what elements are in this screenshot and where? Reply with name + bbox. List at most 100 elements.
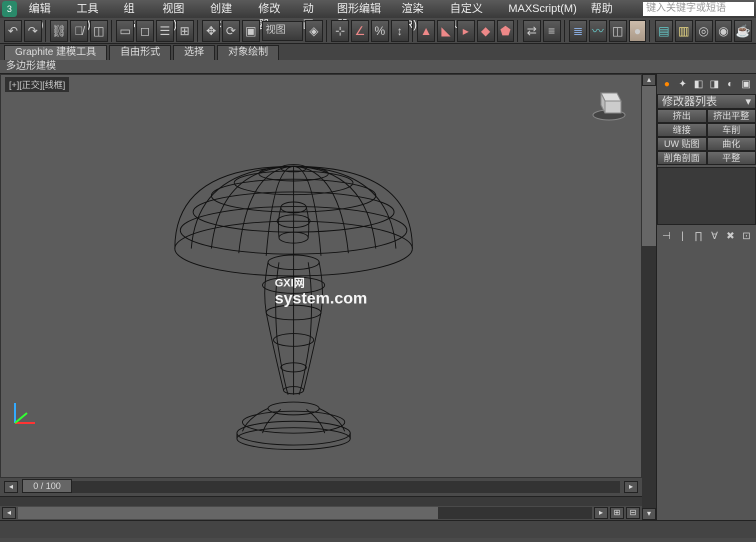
hscroll-right-button[interactable]: ▸ (594, 507, 608, 519)
named-sel-button[interactable]: ▲ (417, 20, 435, 42)
named-sel-4-button[interactable]: ◆ (477, 20, 495, 42)
select-region-button[interactable]: ◻ (136, 20, 154, 42)
ribbon-tab-select[interactable]: 选择 (173, 45, 215, 60)
modifier-list-label: 修改器列表 (662, 95, 717, 109)
hscroll-thumb[interactable] (18, 507, 438, 519)
command-panel-tabs: ● ✦ ◧ ◨ ◐ ▣ (657, 74, 756, 94)
ribbon-tab-freeform[interactable]: 自由形式 (109, 45, 171, 60)
ribbon-tab-graphite[interactable]: Graphite 建模工具 (4, 45, 107, 60)
material-button[interactable]: ● (629, 20, 647, 42)
stack-pin-icon[interactable]: ⊣ (660, 230, 673, 243)
timeline-prev-button[interactable]: ◂ (4, 481, 18, 493)
time-handle[interactable]: 0 / 100 (22, 479, 72, 493)
menu-animation[interactable]: 动画 (297, 1, 329, 17)
menu-modifiers[interactable]: 修改器 (252, 1, 294, 17)
mod-extrude-button[interactable]: 挤出 (657, 109, 707, 123)
snap-button[interactable]: ⊹ (331, 20, 349, 42)
render-last-button[interactable]: ◉ (715, 20, 733, 42)
mod-lathe-button[interactable]: 车削 (707, 123, 756, 137)
search-input[interactable]: 键入关键字或短语 (643, 2, 754, 16)
menu-graph[interactable]: 图形编辑器 (331, 1, 394, 17)
axis-gizmo-icon (9, 399, 39, 429)
layer-button[interactable]: ≣ (569, 20, 587, 42)
stack-toolbar: ⊣ | ∏ ∀ ✖ ⊡ (657, 227, 756, 246)
ribbon-tab-paint[interactable]: 对象绘制 (217, 45, 279, 60)
named-sel-3-button[interactable]: ▸ (457, 20, 475, 42)
move-button[interactable]: ✥ (202, 20, 220, 42)
vscroll-down-button[interactable]: ▾ (642, 508, 656, 520)
mod-extrude-flat-button[interactable]: 挤出平整 (707, 109, 756, 123)
bottom-scrollbar: ◂ ▸ ⊞ ⊟ (0, 506, 642, 520)
named-sel-5-button[interactable]: ⬟ (497, 20, 515, 42)
cmd-tab-display-icon[interactable]: ▣ (739, 77, 753, 91)
link-button[interactable]: ⛓ (50, 20, 68, 42)
scale-button[interactable]: ▣ (242, 20, 260, 42)
undo-button[interactable]: ↶ (4, 20, 22, 42)
vscroll-up-button[interactable]: ▴ (642, 74, 656, 86)
rotate-button[interactable]: ⟳ (222, 20, 240, 42)
main-toolbar: ↶ ↷ ⛓ ⛓̸ ◫ ▭ ◻ ☰ ⊞ ✥ ⟳ ▣ 视图 ◈ ⊹ ∠ % ↕ ▲ … (0, 18, 756, 44)
select-window-button[interactable]: ⊞ (176, 20, 194, 42)
menu-edit[interactable]: 编辑(E) (23, 1, 69, 17)
menubar: 3 编辑(E) 工具(T) 组(G) 视图(V) 创建(C) 修改器 动画 图形… (0, 0, 756, 18)
vscroll-track[interactable] (642, 86, 656, 508)
cmd-tab-hierarchy-icon[interactable]: ◨ (707, 77, 721, 91)
mirror-button[interactable]: ⇄ (523, 20, 541, 42)
select-name-button[interactable]: ☰ (156, 20, 174, 42)
menu-maxscript[interactable]: MAXScript(M) (502, 1, 582, 17)
unlink-button[interactable]: ⛓̸ (70, 20, 88, 42)
modifier-list-header[interactable]: 修改器列表 ▾ (657, 94, 756, 109)
modifier-stack[interactable] (657, 167, 756, 225)
render-setup-button[interactable]: ▤ (655, 20, 673, 42)
frame-ruler[interactable] (0, 496, 642, 506)
render-button[interactable]: ◎ (695, 20, 713, 42)
select-button[interactable]: ▭ (116, 20, 134, 42)
menu-view[interactable]: 视图(V) (156, 1, 202, 17)
menu-group[interactable]: 组(G) (118, 1, 155, 17)
hscroll-track[interactable] (18, 507, 592, 519)
menu-help[interactable]: 帮助(H) (585, 1, 631, 17)
mod-stitch-button[interactable]: 缝接 (657, 123, 707, 137)
mod-uwmap-button[interactable]: UW 贴图 (657, 137, 707, 151)
hscroll-left-button[interactable]: ◂ (2, 507, 16, 519)
coord-button[interactable]: ◈ (305, 20, 323, 42)
viewcube[interactable] (589, 83, 629, 123)
bind-button[interactable]: ◫ (90, 20, 108, 42)
menu-render[interactable]: 渲染(R) (396, 1, 442, 17)
cmd-tab-create-icon[interactable]: ✦ (676, 77, 690, 91)
angle-snap-button[interactable]: ∠ (351, 20, 369, 42)
track-btn-1[interactable]: ⊞ (610, 507, 624, 519)
vscroll-thumb[interactable] (642, 86, 656, 246)
stack-remove-icon[interactable]: ✖ (724, 230, 737, 243)
ribbon-panel-label[interactable]: 多边形建模 (0, 60, 756, 74)
align-button[interactable]: ≡ (543, 20, 561, 42)
curve-editor-button[interactable]: 〰 (589, 20, 607, 42)
stack-unique-icon[interactable]: ∀ (708, 230, 721, 243)
time-slider[interactable]: 0 / 100 (22, 481, 620, 493)
redo-button[interactable]: ↷ (24, 20, 42, 42)
mod-chamfer-button[interactable]: 削角剖面 (657, 151, 707, 165)
app-icon[interactable]: 3 (2, 1, 17, 17)
quick-render-button[interactable]: ☕ (734, 20, 752, 42)
menu-custom[interactable]: 自定义(U) (444, 1, 500, 17)
spinner-snap-button[interactable]: ↕ (391, 20, 409, 42)
cmd-tab-motion-icon[interactable]: ◐ (723, 77, 737, 91)
percent-snap-button[interactable]: % (371, 20, 389, 42)
viewport[interactable]: [+][正交][线框] (0, 74, 642, 478)
menu-tools[interactable]: 工具(T) (70, 1, 115, 17)
schematic-button[interactable]: ◫ (609, 20, 627, 42)
stack-show-icon[interactable]: ∏ (692, 230, 705, 243)
view-dropdown[interactable]: 视图 (262, 21, 303, 41)
menu-create[interactable]: 创建(C) (204, 1, 250, 17)
cmd-tab-modify-icon[interactable]: ◧ (692, 77, 706, 91)
stack-config-icon[interactable]: ⊡ (740, 230, 753, 243)
render-frame-button[interactable]: ▥ (675, 20, 693, 42)
pin-icon[interactable]: ● (660, 77, 674, 91)
mod-flatten-button[interactable]: 平整 (707, 151, 756, 165)
wireframe-model (1, 75, 641, 477)
named-sel-2-button[interactable]: ◣ (437, 20, 455, 42)
timeline-next-button[interactable]: ▸ (624, 481, 638, 493)
mod-bend-button[interactable]: 曲化 (707, 137, 756, 151)
statusbar (0, 520, 756, 538)
track-btn-2[interactable]: ⊟ (626, 507, 640, 519)
